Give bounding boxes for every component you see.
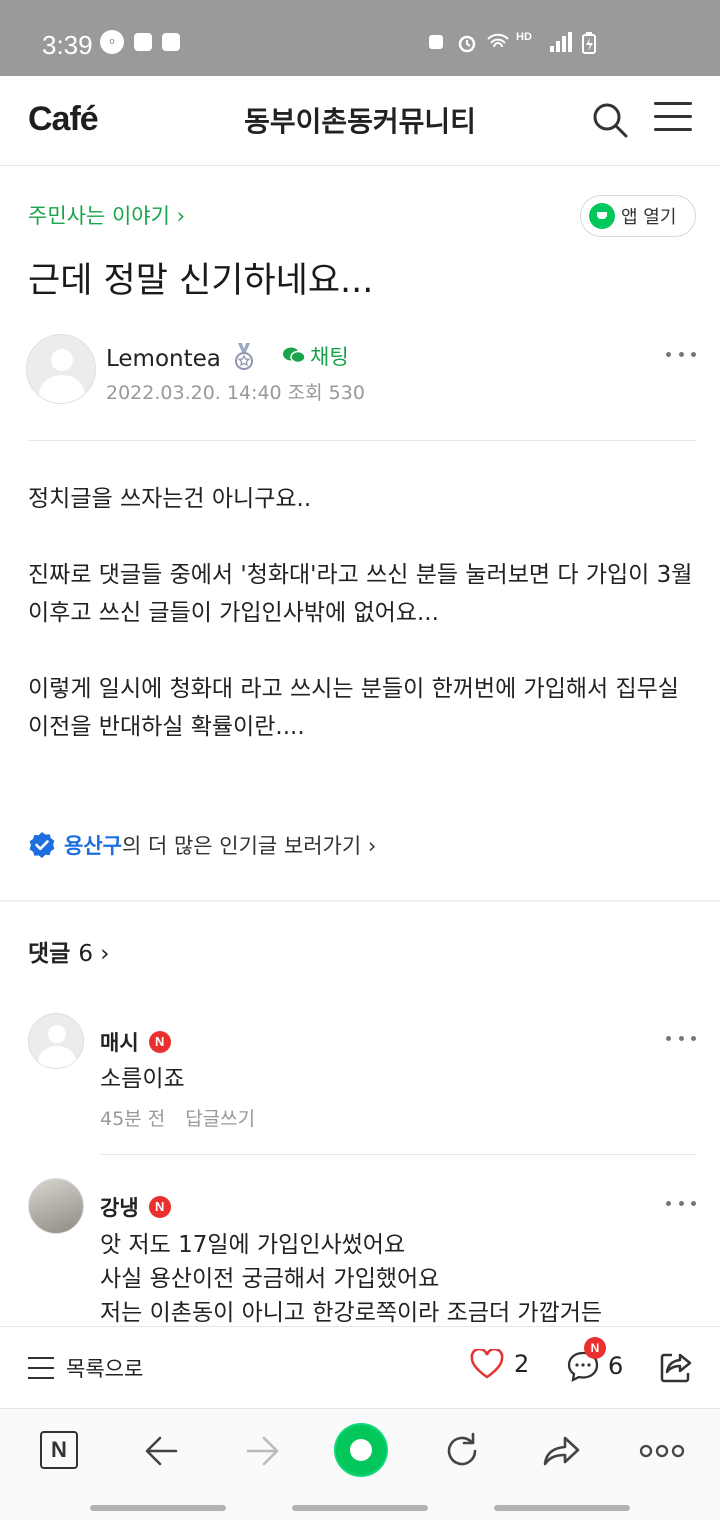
green-dot-button[interactable] [336,1425,386,1475]
commenter-name-text: 강냉 [100,1196,139,1220]
comment-more-button[interactable] [666,1201,696,1209]
like-count: 2 [514,1350,530,1378]
commenter-name[interactable]: 강냉 N [100,1192,171,1222]
gesture-bar [292,1505,428,1511]
divider [28,440,696,441]
comments-count: 6 › [78,941,110,967]
status-right-icons: HD [426,31,602,54]
naver-home-button[interactable]: N [40,1431,78,1469]
post-paragraph: 진짜로 댓글들 중에서 '청화대'라고 쓰신 분들 눌러보면 다 가입이 3월이… [28,562,693,626]
battery-charging-icon [582,32,602,54]
forward-button[interactable] [240,1429,284,1473]
back-to-list-button[interactable]: 목록으로 [28,1353,143,1383]
comment-line: 사실 용산이전 궁금해서 가입했어요 [100,1266,440,1292]
status-time: 3:39 [42,30,93,60]
wifi-icon [486,32,509,52]
commenter-avatar[interactable] [28,1013,84,1069]
comments-label: 댓글 [28,941,71,967]
search-icon [593,103,628,138]
post-body: 정치글을 쓰자는건 아니구요.. 진짜로 댓글들 중에서 '청화대'라고 쓰신 … [28,480,698,784]
menu-button[interactable] [654,102,692,136]
signal-icon [548,32,572,52]
popular-text: 의 더 많은 인기글 보러가기 › [121,834,377,858]
recycle-icon [426,32,446,52]
post-meta: 2022.03.20. 14:40 조회 530 [106,378,365,405]
hd-voice-icon: HD [516,31,532,43]
refresh-icon [447,1432,477,1466]
share-page-button[interactable] [540,1429,584,1473]
alarm-icon [456,32,476,53]
post-views: 조회 530 [287,382,365,404]
olock-icon: o [100,30,124,54]
post-paragraph: 정치글을 쓰자는건 아니구요.. [28,486,312,512]
list-label: 목록으로 [66,1357,144,1381]
gesture-bar [494,1505,630,1511]
comment-more-button[interactable] [666,1036,696,1044]
comment-meta: 45분 전 답글쓰기 [100,1104,255,1131]
post-action-bar: 목록으로 2 N 6 [0,1326,720,1408]
like-button[interactable]: 2 [470,1349,529,1379]
cafe-app-icon [589,203,615,229]
refresh-button[interactable] [440,1429,484,1473]
search-button[interactable] [590,100,630,140]
chat-label: 채팅 [310,345,349,369]
verified-check-icon [29,832,55,858]
author-avatar[interactable] [26,334,96,404]
comment-count: 6 [608,1352,624,1380]
post-paragraph: 이렇게 일시에 청화대 라고 쓰시는 분들이 한꺼번에 가입해서 집무실이전을 … [28,676,679,740]
more-horizontal-icon [639,1444,685,1458]
member-rank-medal-icon [232,343,256,371]
comment-line: 저는 이촌동이 아니고 한강로쪽이라 조금더 가깝거든 [100,1300,603,1326]
board-link[interactable]: 주민사는 이야기 › [28,200,185,230]
commenter-avatar[interactable] [28,1178,84,1234]
commenter-name-text: 매시 [100,1031,139,1055]
comment-text: 앗 저도 17일에 가입인사썼어요 사실 용산이전 궁금해서 가입했어요 저는 … [100,1228,700,1330]
more-icon [666,1036,671,1041]
commenter-name[interactable]: 매시 N [100,1027,171,1057]
open-app-label: 앱 열기 [621,207,677,228]
comment-time: 45분 전 [100,1108,166,1130]
comment-button[interactable]: N 6 [566,1337,624,1383]
comments-header[interactable]: 댓글 6 › [28,934,110,968]
post-more-button[interactable] [666,352,696,360]
gesture-bar [90,1505,226,1511]
app-header: Café 동부이촌동커뮤니티 [0,76,720,166]
status-left-icons: o [100,30,180,54]
arrow-right-icon [246,1436,279,1466]
post-title: 근데 정말 신기하네요... [28,261,374,301]
more-icon [666,352,671,357]
post-date: 2022.03.20. 14:40 [106,382,282,404]
heart-icon [470,1349,504,1379]
browser-nav-bar: N [0,1408,720,1520]
reply-button[interactable]: 답글쓰기 [185,1108,255,1130]
new-badge: N [148,1031,171,1053]
list-icon [28,1357,54,1379]
screenshot-icon [162,33,180,51]
open-app-button[interactable]: 앱 열기 [580,195,696,237]
chat-button[interactable]: 채팅 [282,341,349,371]
section-divider [0,900,720,902]
author-name[interactable]: Lemontea [106,346,221,372]
popular-region: 용산구 [64,834,122,858]
popular-posts-link[interactable]: 용산구의 더 많은 인기글 보러가기 › [28,830,376,860]
comment-line: 앗 저도 17일에 가입인사썼어요 [100,1232,406,1258]
new-badge: N [584,1337,606,1359]
divider [100,1154,696,1155]
share-button[interactable] [658,1349,694,1385]
comment-text: 소름이죠 [100,1066,185,1092]
dx-icon [134,33,152,51]
more-options-button[interactable] [638,1429,686,1473]
back-button[interactable] [140,1429,184,1473]
chat-icon [283,347,306,364]
share-arrow-icon [543,1436,580,1466]
new-badge: N [148,1196,171,1218]
status-bar: 3:39 o HD [0,0,720,76]
share-icon [660,1353,692,1383]
arrow-left-icon [145,1436,178,1466]
menu-icon [654,102,692,105]
more-icon [666,1201,671,1206]
